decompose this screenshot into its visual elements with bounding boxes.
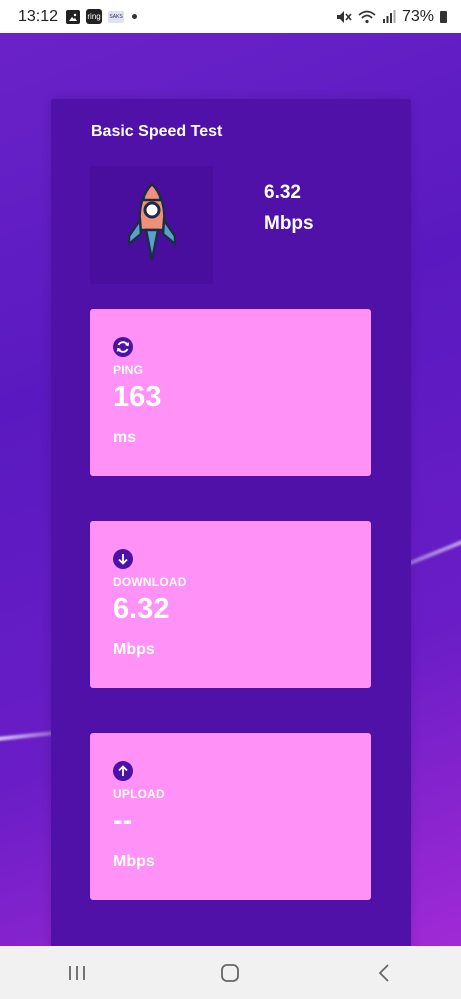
current-speed-unit: Mbps [264,213,314,234]
download-unit: Mbps [113,641,155,658]
status-right-group: 73% [336,8,447,26]
signal-icon [382,9,396,23]
recent-apps-icon [68,965,85,980]
current-speed-value: 6.32 [264,182,301,203]
battery-icon [440,10,447,23]
download-card: DOWNLOAD 6.32 Mbps [90,521,371,688]
status-time: 13:12 [18,7,59,25]
speed-test-card: Basic Speed Test 6.32 Mbps PING 163 ms D… [51,99,411,946]
current-speed-readout: 6.32 Mbps [264,177,314,239]
back-button[interactable] [364,953,404,993]
status-bar: 13:12 ring SAKS 73% [0,0,461,33]
home-icon [221,963,240,982]
upload-card: UPLOAD -- Mbps [90,733,371,900]
download-arrow-icon [113,549,133,569]
recent-apps-button[interactable] [57,953,97,993]
upload-unit: Mbps [113,853,155,870]
download-value: 6.32 [113,593,170,625]
system-navigation-bar [0,946,461,999]
more-notifications-dot-icon [132,14,138,19]
mute-icon [336,10,352,23]
home-button[interactable] [210,953,250,993]
wifi-icon [358,10,376,23]
upload-arrow-icon [113,761,133,781]
app-title: Basic Speed Test [91,123,223,140]
upload-value: -- [113,805,133,837]
rocket-icon [127,182,176,261]
ping-card: PING 163 ms [90,309,371,476]
gallery-notification-icon [66,9,81,24]
upload-label: UPLOAD [113,787,165,801]
battery-percentage: 73% [401,7,434,25]
back-icon [378,963,389,982]
ring-notification-icon: ring [86,9,103,24]
ping-unit: ms [113,429,137,446]
app-background: Basic Speed Test 6.32 Mbps PING 163 ms D… [0,33,461,946]
download-label: DOWNLOAD [113,575,187,589]
saks-notification-icon: SAKS [108,10,125,23]
rocket-illustration [90,166,213,284]
ping-label: PING [113,363,144,377]
ping-value: 163 [113,381,162,413]
ping-refresh-icon [113,337,133,357]
